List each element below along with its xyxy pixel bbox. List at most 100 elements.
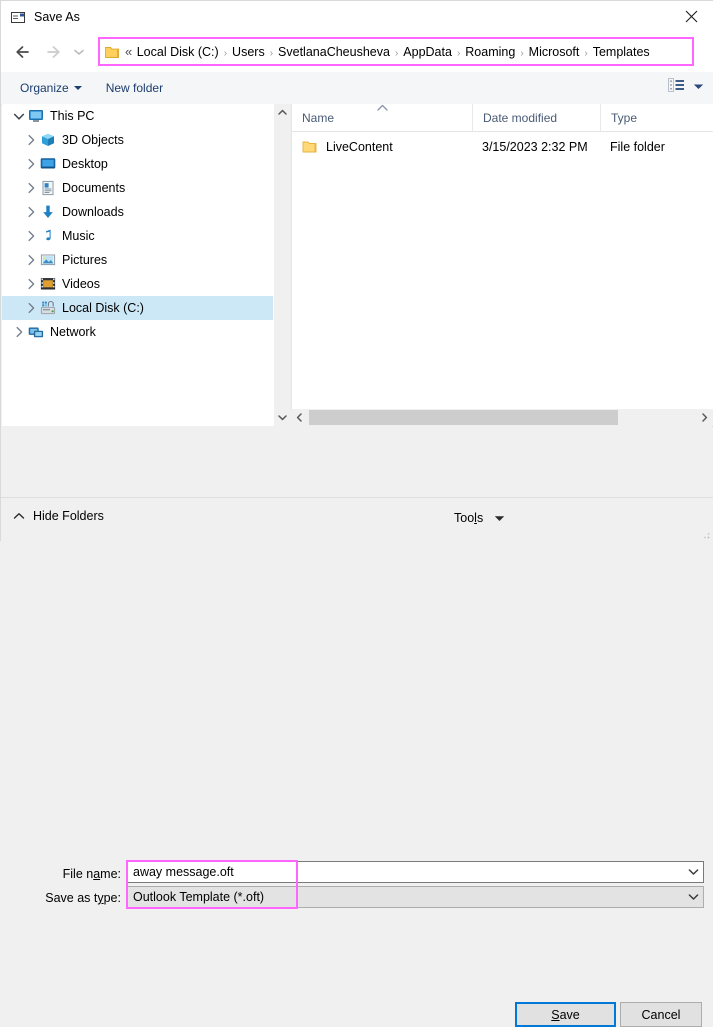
breadcrumb[interactable]: « Local Disk (C:) › Users › SvetlanaCheushev…	[100, 39, 692, 64]
navigation-tree[interactable]: This PC 3D Objects Desktop Documents Downloa…	[2, 104, 273, 426]
hard-drive-icon	[40, 300, 56, 316]
cancel-button[interactable]: Cancel	[620, 1002, 702, 1027]
file-list-horizontal-scrollbar[interactable]	[291, 409, 713, 426]
sidebar-item-label: Documents	[62, 181, 126, 195]
mail-window-icon	[10, 9, 26, 25]
sidebar-item-downloads[interactable]: Downloads	[2, 200, 273, 224]
hide-folders-button[interactable]: Hide Folders	[13, 509, 104, 523]
folder-icon	[302, 140, 318, 154]
breadcrumb-prefix: «	[125, 44, 132, 59]
scroll-right-icon[interactable]	[696, 409, 713, 426]
column-label-type: Type	[611, 110, 638, 125]
new-folder-button[interactable]: New folder	[99, 77, 170, 99]
network-icon	[28, 324, 44, 340]
file-type-cell: File folder	[610, 140, 665, 154]
breadcrumb-item[interactable]: AppData	[400, 43, 455, 61]
sidebar-item-local-disk-c[interactable]: Local Disk (C:)	[2, 296, 273, 320]
scroll-down-icon[interactable]	[274, 409, 291, 426]
scroll-up-icon[interactable]	[274, 104, 291, 121]
dialog-footer: Hide Folders Tools Save Cancel	[1, 497, 713, 1027]
music-note-icon	[40, 228, 56, 244]
tools-label: Tools	[454, 511, 484, 525]
column-header-name[interactable]: Name	[292, 104, 472, 131]
scrollbar-thumb[interactable]	[309, 410, 618, 425]
chevron-down-icon[interactable]	[10, 107, 28, 125]
tree-items: This PC 3D Objects Desktop Documents Downloa…	[2, 104, 273, 344]
breadcrumb-item[interactable]: SvetlanaCheusheva	[275, 43, 393, 61]
chevron-right-icon[interactable]	[22, 179, 40, 197]
breadcrumb-separator: ›	[223, 47, 228, 59]
new-folder-label: New folder	[105, 81, 164, 95]
download-icon	[40, 204, 56, 220]
file-list-pane[interactable]: Name Date modified Type LiveContent 3/15…	[291, 104, 713, 426]
chevron-right-icon[interactable]	[22, 275, 40, 293]
column-header-type[interactable]: Type	[600, 104, 713, 131]
sidebar-item-label: Pictures	[62, 253, 108, 267]
sidebar-item-desktop[interactable]: Desktop	[2, 152, 273, 176]
desktop-icon	[40, 156, 56, 172]
sidebar-item-network[interactable]: Network	[2, 320, 273, 344]
address-bar-highlight: « Local Disk (C:) › Users › SvetlanaCheushev…	[98, 37, 694, 66]
save-as-type-value: Outlook Template (*.oft)	[133, 890, 265, 904]
breadcrumb-item[interactable]: Local Disk (C:)	[134, 43, 222, 61]
breadcrumb-item[interactable]: Microsoft	[526, 43, 583, 61]
file-name-label: File name:	[62, 867, 121, 881]
sidebar-item-label: Music	[62, 229, 95, 243]
breadcrumb-item[interactable]: Users	[229, 43, 268, 61]
chevron-down-icon[interactable]	[683, 862, 703, 882]
chevron-up-icon	[13, 509, 25, 523]
breadcrumb-item[interactable]: Templates	[590, 43, 653, 61]
chevron-down-icon[interactable]	[683, 887, 703, 907]
save-form: File name: Save as type: away message.of…	[1, 427, 713, 909]
file-name-input[interactable]: away message.oft	[127, 861, 704, 883]
table-row[interactable]: LiveContent 3/15/2023 2:32 PM File folde…	[292, 132, 713, 162]
resize-grip[interactable]	[699, 528, 711, 540]
file-name-value: away message.oft	[133, 865, 234, 879]
save-as-type-label: Save as type:	[45, 891, 121, 905]
sidebar-item-label: 3D Objects	[62, 133, 124, 147]
page-title: Save As	[34, 9, 80, 24]
sidebar-item-3d-objects[interactable]: 3D Objects	[2, 128, 273, 152]
chevron-right-icon[interactable]	[10, 323, 28, 341]
breadcrumb-item[interactable]: Roaming	[462, 43, 518, 61]
chevron-right-icon[interactable]	[22, 131, 40, 149]
save-as-dialog: Save As « Local Disk (C:) › Users › Svet…	[0, 0, 713, 1027]
view-options-button[interactable]	[668, 77, 704, 96]
chevron-right-icon[interactable]	[22, 251, 40, 269]
caret-down-icon	[494, 511, 505, 525]
title-bar: Save As	[1, 1, 713, 32]
list-view-icon	[668, 77, 686, 96]
organize-button[interactable]: Organize	[13, 77, 89, 99]
breadcrumb-separator: ›	[269, 47, 274, 59]
chevron-right-icon[interactable]	[22, 155, 40, 173]
sidebar-item-this-pc[interactable]: This PC	[2, 104, 273, 128]
chevron-right-icon[interactable]	[22, 227, 40, 245]
sidebar-item-label: This PC	[50, 109, 95, 123]
save-as-type-select[interactable]: Outlook Template (*.oft)	[127, 886, 704, 908]
sidebar-item-label: Local Disk (C:)	[62, 301, 144, 315]
chevron-right-icon[interactable]	[22, 203, 40, 221]
sort-ascending-icon	[376, 104, 389, 115]
sidebar-item-documents[interactable]: Documents	[2, 176, 273, 200]
close-button[interactable]	[669, 1, 713, 32]
column-header-date-modified[interactable]: Date modified	[472, 104, 600, 131]
save-button[interactable]: Save	[515, 1002, 616, 1027]
scroll-left-icon[interactable]	[291, 409, 308, 426]
chevron-right-icon[interactable]	[22, 299, 40, 317]
scrollbar-thumb[interactable]	[275, 122, 290, 408]
arrow-left-icon[interactable]	[8, 37, 38, 67]
breadcrumb-separator: ›	[584, 47, 588, 59]
sidebar-item-videos[interactable]: Videos	[2, 272, 273, 296]
arrow-right-icon	[38, 37, 68, 67]
file-list-header: Name Date modified Type	[292, 104, 713, 132]
document-icon	[40, 180, 56, 196]
monitor-icon	[28, 108, 44, 124]
column-label-name: Name	[302, 110, 335, 125]
sidebar-item-pictures[interactable]: Pictures	[2, 248, 273, 272]
column-label-date: Date modified	[483, 110, 558, 125]
command-bar: Organize New folder	[1, 72, 713, 105]
sidebar-vertical-scrollbar[interactable]	[273, 104, 291, 426]
tools-button[interactable]: Tools	[451, 507, 508, 529]
sidebar-item-music[interactable]: Music	[2, 224, 273, 248]
chevron-down-icon[interactable]	[68, 37, 90, 67]
